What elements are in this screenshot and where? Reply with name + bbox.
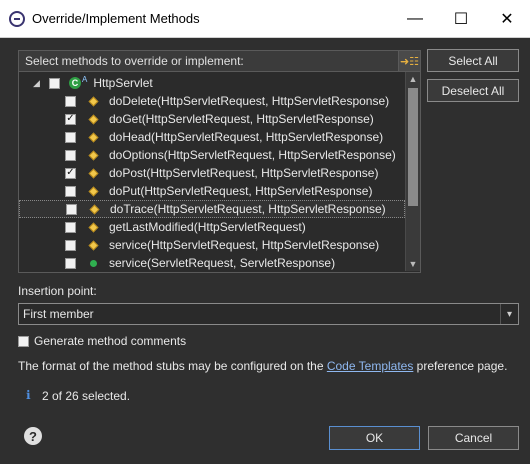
tree-scrollbar[interactable]: ▲ ▼	[405, 72, 420, 271]
tree-class-row[interactable]: ◢ C A HttpServlet	[19, 74, 405, 92]
info-suffix: preference page.	[413, 359, 508, 373]
template-info-text: The format of the method stubs may be co…	[18, 359, 507, 373]
insertion-point-label: Insertion point:	[18, 284, 97, 298]
method-label: service(HttpServletRequest, HttpServletR…	[109, 238, 380, 252]
method-label: doDelete(HttpServletRequest, HttpServlet…	[109, 94, 390, 108]
protected-method-icon	[88, 96, 99, 106]
method-label: doHead(HttpServletRequest, HttpServletRe…	[109, 130, 384, 144]
method-checkbox[interactable]	[65, 239, 76, 251]
insertion-point-select[interactable]: First member ▾	[18, 303, 519, 325]
protected-method-icon	[88, 186, 99, 196]
scroll-up-icon[interactable]: ▲	[406, 72, 420, 86]
method-row[interactable]: doPut(HttpServletRequest, HttpServletRes…	[19, 182, 405, 200]
method-row[interactable]: doOptions(HttpServletRequest, HttpServle…	[19, 146, 405, 164]
scroll-down-icon[interactable]: ▼	[406, 257, 420, 271]
generate-comments-label: Generate method comments	[34, 334, 187, 348]
method-label: doPut(HttpServletRequest, HttpServletRes…	[109, 184, 373, 198]
method-checkbox[interactable]	[65, 131, 76, 143]
deselect-all-button[interactable]: Deselect All	[427, 79, 519, 102]
protected-method-icon	[88, 222, 99, 232]
method-checkbox[interactable]	[65, 149, 76, 161]
generate-comments-row[interactable]: Generate method comments	[18, 334, 186, 348]
method-row[interactable]: service(HttpServletRequest, HttpServletR…	[19, 236, 405, 254]
methods-header-label: Select methods to override or implement:	[25, 54, 244, 68]
method-checkbox[interactable]	[65, 95, 76, 107]
methods-tree[interactable]: ◢ C A HttpServlet doDelete(HttpServletRe…	[18, 72, 421, 273]
protected-method-icon	[89, 204, 100, 214]
method-checkbox[interactable]	[65, 257, 76, 269]
select-all-label: Select All	[448, 53, 498, 68]
code-templates-link[interactable]: Code Templates	[327, 359, 414, 373]
method-checkbox[interactable]	[65, 167, 76, 179]
method-row[interactable]: service(ServletRequest, ServletResponse)	[19, 254, 405, 272]
scroll-thumb[interactable]	[408, 88, 418, 206]
protected-method-icon	[88, 240, 99, 250]
protected-method-icon	[88, 114, 99, 124]
method-row[interactable]: doDelete(HttpServletRequest, HttpServlet…	[19, 92, 405, 110]
chevron-down-icon[interactable]: ▾	[500, 304, 518, 324]
method-row[interactable]: doGet(HttpServletRequest, HttpServletRes…	[19, 110, 405, 128]
close-button[interactable]: ✕	[484, 0, 530, 38]
window-title: Override/Implement Methods	[32, 11, 200, 26]
protected-method-icon	[88, 150, 99, 160]
select-all-button[interactable]: Select All	[427, 49, 519, 72]
method-checkbox[interactable]	[66, 203, 77, 215]
method-checkbox[interactable]	[65, 113, 76, 125]
minimize-button[interactable]: —	[392, 0, 438, 38]
method-label: doGet(HttpServletRequest, HttpServletRes…	[109, 112, 374, 126]
class-checkbox[interactable]	[49, 77, 60, 89]
method-label: doOptions(HttpServletRequest, HttpServle…	[109, 148, 396, 162]
public-method-icon	[90, 259, 97, 267]
abstract-marker-icon: A	[82, 74, 88, 84]
ok-button[interactable]: OK	[329, 426, 420, 450]
method-label: getLastModified(HttpServletRequest)	[109, 220, 306, 234]
method-label: doTrace(HttpServletRequest, HttpServletR…	[110, 202, 386, 216]
protected-method-icon	[88, 132, 99, 142]
info-icon: ℹ	[26, 388, 31, 402]
method-row[interactable]: doTrace(HttpServletRequest, HttpServletR…	[19, 200, 405, 218]
method-checkbox[interactable]	[65, 221, 76, 233]
class-name: HttpServlet	[93, 76, 153, 90]
cancel-label: Cancel	[454, 431, 493, 445]
maximize-button[interactable]: ☐	[438, 0, 484, 38]
method-checkbox[interactable]	[65, 185, 76, 197]
title-bar: Override/Implement Methods — ☐ ✕	[0, 0, 530, 38]
ok-label: OK	[365, 431, 384, 445]
sort-by-type-icon[interactable]: ➜☷	[398, 51, 420, 71]
collapse-arrow-icon[interactable]: ◢	[33, 78, 43, 89]
info-prefix: The format of the method stubs may be co…	[18, 359, 327, 373]
method-row[interactable]: doHead(HttpServletRequest, HttpServletRe…	[19, 128, 405, 146]
methods-header: Select methods to override or implement:…	[18, 50, 421, 72]
method-label: service(ServletRequest, ServletResponse)	[109, 256, 336, 270]
help-icon[interactable]: ?	[24, 427, 42, 445]
insertion-point-value: First member	[23, 307, 94, 321]
method-row[interactable]: getLastModified(HttpServletRequest)	[19, 218, 405, 236]
deselect-all-label: Deselect All	[441, 83, 505, 98]
generate-comments-checkbox[interactable]	[18, 335, 29, 347]
eclipse-app-icon	[9, 10, 25, 27]
selection-status: 2 of 26 selected.	[42, 389, 131, 403]
method-label: doPost(HttpServletRequest, HttpServletRe…	[109, 166, 379, 180]
class-icon: C	[69, 77, 81, 89]
method-row[interactable]: doPost(HttpServletRequest, HttpServletRe…	[19, 164, 405, 182]
cancel-button[interactable]: Cancel	[428, 426, 519, 450]
protected-method-icon	[88, 168, 99, 178]
